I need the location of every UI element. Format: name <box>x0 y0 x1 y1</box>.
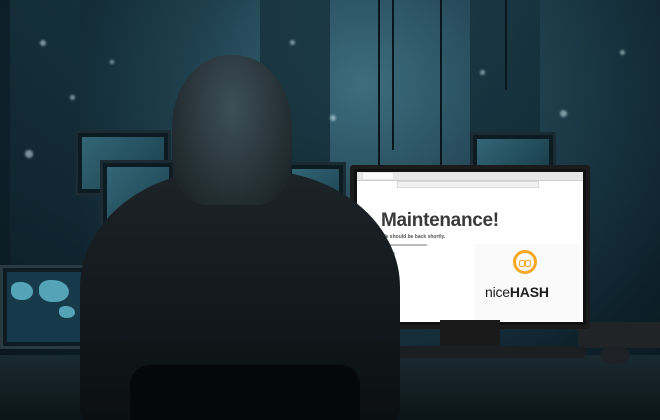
monitor-stand <box>440 320 500 346</box>
desk-device <box>578 322 660 348</box>
chair <box>130 365 360 420</box>
light-bokeh <box>25 150 33 158</box>
keyboard <box>395 346 585 358</box>
light-bokeh <box>40 40 46 46</box>
light-bokeh <box>560 110 567 117</box>
light-bokeh <box>620 50 625 55</box>
light-bokeh <box>480 70 485 75</box>
hooded-figure <box>60 55 420 420</box>
mouse <box>600 346 630 364</box>
figure-hood <box>172 55 292 205</box>
nicehash-logo-icon <box>513 250 537 274</box>
cable <box>440 0 442 165</box>
cable <box>505 0 507 90</box>
continent-shape <box>11 282 33 300</box>
nicehash-logo: niceHASH <box>475 244 579 322</box>
nicehash-wordmark: niceHASH <box>485 284 549 300</box>
light-bokeh <box>290 40 295 45</box>
hacker-scene: Maintenance! We should be back shortly. … <box>0 0 660 420</box>
